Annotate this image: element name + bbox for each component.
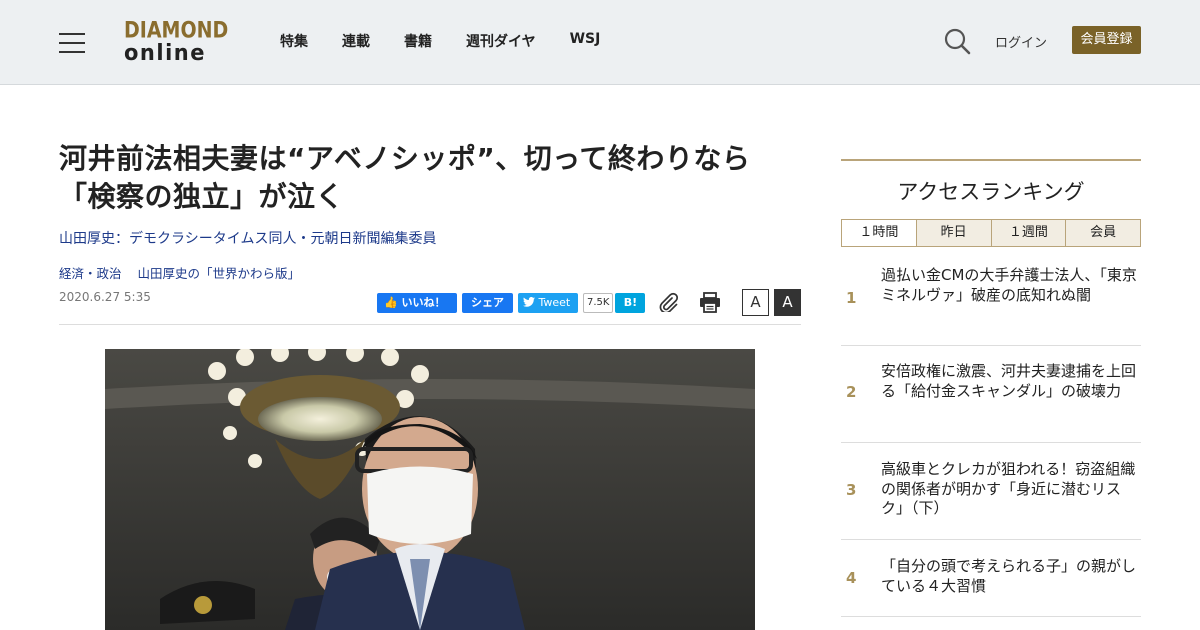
rank-headline[interactable]: 高級車とクレカが狙われる！窃盗組織の関係者が明かす「身近に潜むリスク」（下） [881,460,1137,519]
menu-icon[interactable] [59,33,85,53]
nav-item-weekly-diamond[interactable]: 週刊ダイヤ [466,31,536,51]
rank-headline[interactable]: 安倍政権に激震、河井夫妻逮捕を上回る「給付金スキャンダル」の破壊力 [881,362,1137,401]
facebook-share-button[interactable]: シェア [462,293,513,313]
hatena-bookmark-button[interactable]: B! [615,293,646,313]
rank-number: 1 [846,289,857,307]
nav-item-wsj[interactable]: WSJ [570,31,601,51]
site-logo[interactable]: DIAMOND online [124,17,229,66]
rank-headline[interactable]: 過払い金CMの大手弁護士法人、「東京ミネルヴァ」破産の底知れぬ闇 [881,266,1137,305]
print-icon[interactable] [699,292,721,313]
share-bar: 👍 いいね！ シェア Tweet 7.5K B! [377,293,650,313]
rank-number: 2 [846,383,857,401]
twitter-bird-icon [523,297,535,307]
search-icon[interactable] [944,28,971,55]
tab-members[interactable]: 会員 [1065,220,1140,246]
nav-item-books[interactable]: 書籍 [404,31,432,51]
ranking-top-border [841,159,1141,161]
ranking-item[interactable]: 2 安倍政権に激震、河井夫妻逮捕を上回る「給付金スキャンダル」の破壊力 [841,346,1141,443]
tab-yesterday[interactable]: 昨日 [915,220,991,246]
facebook-like-button[interactable]: 👍 いいね！ [377,293,457,313]
register-button[interactable]: 会員登録 [1072,26,1141,54]
photo-illustration [105,349,755,630]
rank-number: 4 [846,569,857,587]
rank-headline[interactable]: 「自分の頭で考えられる子」の親がしている４大習慣 [881,557,1137,596]
nav-item-series[interactable]: 連載 [342,31,370,51]
font-size-large-button[interactable]: A [774,289,801,316]
logo-line2: online [124,39,206,66]
facebook-like-label: いいね！ [401,296,446,309]
tweet-count: 7.5K [583,293,614,313]
article-title-line2: 「検察の独立」が泣く [59,180,345,213]
divider [59,324,801,325]
main-nav: 特集 連載 書籍 週刊ダイヤ WSJ [280,31,634,51]
ranking-tabs: １時間 昨日 １週間 会員 [841,219,1141,247]
logo-line1: DIAMOND [124,17,229,43]
rank-number: 3 [846,481,857,499]
font-size-small-button[interactable]: A [742,289,769,316]
tag-series[interactable]: 山田厚史の「世界かわら版」 [138,266,301,281]
ranking-title: アクセスランキング [897,180,1085,204]
article-photo [105,349,755,630]
tab-1-hour[interactable]: １時間 [842,220,916,246]
thumbs-up-icon: 👍 [384,296,398,309]
article-title-line1: 河井前法相夫妻は“アベノシッポ”、切って終わりなら [59,142,751,175]
login-link[interactable]: ログイン [995,32,1047,51]
ranking-item[interactable]: 3 高級車とクレカが狙われる！窃盗組織の関係者が明かす「身近に潜むリスク」（下） [841,443,1141,540]
publish-date: 2020.6.27 5:35 [59,290,151,304]
article-title: 河井前法相夫妻は“アベノシッポ”、切って終わりなら 「検察の独立」が泣く [59,140,804,216]
ranking-item[interactable]: 1 過払い金CMの大手弁護士法人、「東京ミネルヴァ」破産の底知れぬ闇 [841,250,1141,346]
tag-list: 経済・政治 山田厚史の「世界かわら版」 [59,263,312,282]
ranking-item[interactable]: 4 「自分の頭で考えられる子」の親がしている４大習慣 [841,540,1141,617]
nav-item-feature[interactable]: 特集 [280,31,308,51]
tweet-button[interactable]: Tweet [518,293,578,313]
tab-1-week[interactable]: １週間 [990,220,1066,246]
tweet-label: Tweet [538,296,571,309]
ranking-list: 1 過払い金CMの大手弁護士法人、「東京ミネルヴァ」破産の底知れぬ闇 2 安倍政… [841,250,1141,617]
tag-category[interactable]: 経済・政治 [59,266,122,281]
site-header: DIAMOND online 特集 連載 書籍 週刊ダイヤ WSJ ログイン 会… [0,0,1200,85]
author-link[interactable]: 山田厚史：デモクラシータイムス同人・元朝日新聞編集委員 [59,228,436,248]
paperclip-icon[interactable] [658,292,680,312]
